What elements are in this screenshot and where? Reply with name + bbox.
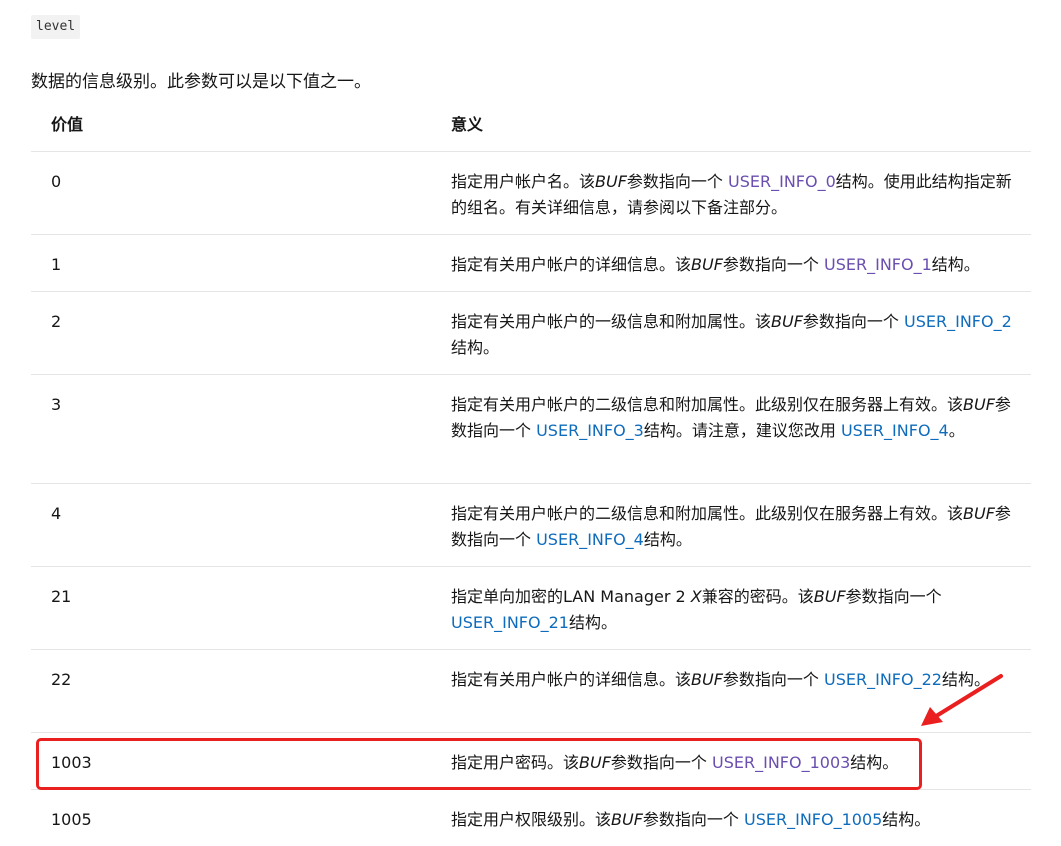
user-info-4-link[interactable]: USER_INFO_4 — [841, 421, 949, 440]
level-value: 2 — [51, 312, 62, 331]
level-meaning: 指定有关用户帐户的详细信息。该BUF参数指向一个 USER_INFO_1结构。 — [451, 255, 980, 274]
table-row: 3 指定有关用户帐户的二级信息和附加属性。此级别仅在服务器上有效。该BUF参数指… — [31, 375, 1031, 484]
table-header: 价值 意义 — [31, 111, 1031, 152]
table-row: 0 指定用户帐户名。该BUF参数指向一个 USER_INFO_0结构。使用此结构… — [31, 152, 1031, 235]
level-value: 4 — [51, 504, 62, 523]
level-value: 21 — [51, 587, 72, 606]
level-meaning: 指定有关用户帐户的一级信息和附加属性。该BUF参数指向一个 USER_INFO_… — [451, 312, 1012, 357]
user-info-3-link[interactable]: USER_INFO_3 — [536, 421, 644, 440]
user-info-1005-link[interactable]: USER_INFO_1005 — [744, 810, 882, 829]
level-value: 1003 — [51, 753, 92, 772]
level-meaning: 指定有关用户帐户的二级信息和附加属性。此级别仅在服务器上有效。该BUF参数指向一… — [451, 395, 1011, 440]
user-info-4-link[interactable]: USER_INFO_4 — [536, 530, 644, 549]
user-info-1-link[interactable]: USER_INFO_1 — [824, 255, 932, 274]
annotation-arrow-icon — [921, 674, 1003, 726]
level-meaning: 指定有关用户帐户的二级信息和附加属性。此级别仅在服务器上有效。该BUF参数指向一… — [451, 504, 1011, 549]
user-info-21-link[interactable]: USER_INFO_21 — [451, 613, 569, 632]
parameter-description: 数据的信息级别。此参数可以是以下值之一。 — [31, 72, 371, 92]
level-value: 3 — [51, 395, 62, 414]
parameter-name-code: level — [31, 15, 81, 39]
table-row: 4 指定有关用户帐户的二级信息和附加属性。此级别仅在服务器上有效。该BUF参数指… — [31, 484, 1031, 567]
column-header-meaning: 意义 — [451, 115, 484, 134]
user-info-0-link[interactable]: USER_INFO_0 — [728, 172, 836, 191]
level-meaning: 指定单向加密的LAN Manager 2 X兼容的密码。该BUF参数指向一个 U… — [451, 587, 942, 632]
table-row: 1005 指定用户权限级别。该BUF参数指向一个 USER_INFO_1005结… — [31, 790, 1031, 846]
user-info-1003-link[interactable]: USER_INFO_1003 — [712, 753, 850, 772]
level-meaning: 指定用户密码。该BUF参数指向一个 USER_INFO_1003结构。 — [451, 753, 899, 772]
column-header-value: 价值 — [51, 115, 84, 134]
level-meaning: 指定用户权限级别。该BUF参数指向一个 USER_INFO_1005结构。 — [451, 810, 931, 829]
table-row: 21 指定单向加密的LAN Manager 2 X兼容的密码。该BUF参数指向一… — [31, 567, 1031, 650]
table-row: 1 指定有关用户帐户的详细信息。该BUF参数指向一个 USER_INFO_1结构… — [31, 235, 1031, 292]
level-meaning: 指定用户帐户名。该BUF参数指向一个 USER_INFO_0结构。使用此结构指定… — [451, 172, 1012, 217]
user-info-2-link[interactable]: USER_INFO_2 — [904, 312, 1012, 331]
level-value: 0 — [51, 172, 62, 191]
table-row: 2 指定有关用户帐户的一级信息和附加属性。该BUF参数指向一个 USER_INF… — [31, 292, 1031, 375]
level-value: 22 — [51, 670, 72, 689]
level-value: 1 — [51, 255, 62, 274]
table-row: 1003 指定用户密码。该BUF参数指向一个 USER_INFO_1003结构。 — [31, 733, 1031, 790]
level-value: 1005 — [51, 810, 92, 829]
table-row: 22 指定有关用户帐户的详细信息。该BUF参数指向一个 USER_INFO_22… — [31, 650, 1031, 733]
